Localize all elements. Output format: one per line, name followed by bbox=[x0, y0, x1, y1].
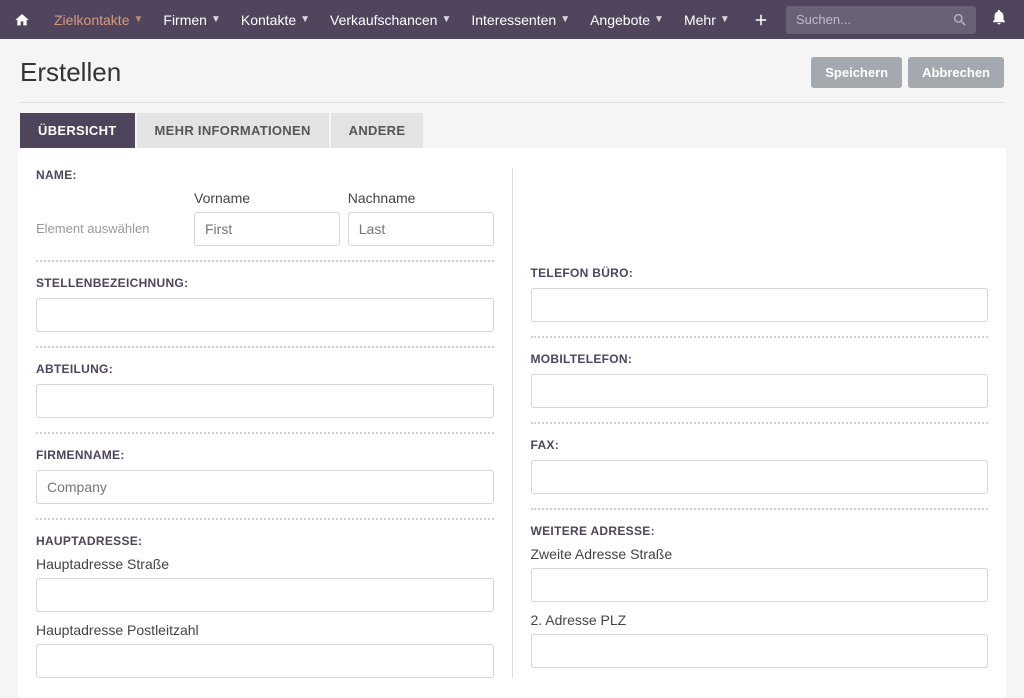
notifications-button[interactable] bbox=[986, 8, 1012, 31]
alt-address-label: WEITERE ADRESSE: bbox=[531, 524, 989, 538]
alt-zip-input[interactable] bbox=[531, 634, 989, 668]
dotted-divider bbox=[36, 346, 494, 348]
lastname-input[interactable] bbox=[348, 212, 494, 246]
office-phone-label: TELEFON BÜRO: bbox=[531, 266, 989, 280]
lastname-label: Nachname bbox=[348, 190, 494, 206]
dotted-divider bbox=[36, 260, 494, 262]
plus-icon bbox=[752, 11, 770, 29]
mobile-input[interactable] bbox=[531, 374, 989, 408]
home-button[interactable] bbox=[0, 0, 44, 39]
primary-zip-label: Hauptadresse Postleitzahl bbox=[36, 622, 494, 638]
dotted-divider bbox=[531, 422, 989, 424]
nav-zielkontakte[interactable]: Zielkontakte ▼ bbox=[44, 0, 153, 39]
search-input[interactable] bbox=[786, 6, 976, 34]
right-col-offset bbox=[531, 168, 989, 266]
cancel-button[interactable]: Abbrechen bbox=[908, 57, 1004, 88]
dotted-divider bbox=[531, 508, 989, 510]
jobtitle-input[interactable] bbox=[36, 298, 494, 332]
tab-other[interactable]: ANDERE bbox=[331, 113, 424, 148]
primary-street-label: Hauptadresse Straße bbox=[36, 556, 494, 572]
chevron-down-icon: ▼ bbox=[654, 14, 664, 25]
chevron-down-icon: ▼ bbox=[300, 14, 310, 25]
tab-more-info[interactable]: MEHR INFORMATIONEN bbox=[137, 113, 329, 148]
chevron-down-icon: ▼ bbox=[560, 14, 570, 25]
company-label: FIRMENNAME: bbox=[36, 448, 494, 462]
primary-street-input[interactable] bbox=[36, 578, 494, 612]
save-button[interactable]: Speichern bbox=[811, 57, 902, 88]
page-header: Erstellen Speichern Abbrechen bbox=[0, 39, 1024, 102]
chevron-down-icon: ▼ bbox=[441, 14, 451, 25]
nav-label: Verkaufschancen bbox=[330, 12, 437, 28]
search-container bbox=[786, 6, 976, 34]
company-input[interactable] bbox=[36, 470, 494, 504]
chevron-down-icon: ▼ bbox=[211, 14, 221, 25]
tab-bar: ÜBERSICHT MEHR INFORMATIONEN ANDERE bbox=[0, 113, 1024, 148]
firstname-label: Vorname bbox=[194, 190, 340, 206]
blank-sublabel bbox=[36, 190, 186, 206]
add-button[interactable] bbox=[746, 5, 776, 35]
tab-overview[interactable]: ÜBERSICHT bbox=[20, 113, 135, 148]
nav-label: Firmen bbox=[163, 12, 207, 28]
dotted-divider bbox=[36, 518, 494, 520]
chevron-down-icon: ▼ bbox=[720, 14, 730, 25]
nav-label: Interessenten bbox=[471, 12, 556, 28]
firstname-col: Vorname bbox=[194, 190, 340, 246]
nav-kontakte[interactable]: Kontakte ▼ bbox=[231, 0, 320, 39]
form-panel: NAME: Element auswählen Vorname Nachname… bbox=[18, 148, 1006, 698]
jobtitle-label: STELLENBEZEICHNUNG: bbox=[36, 276, 494, 290]
dotted-divider bbox=[36, 432, 494, 434]
name-row: Element auswählen Vorname Nachname bbox=[36, 190, 494, 246]
page-title: Erstellen bbox=[20, 57, 121, 88]
alt-zip-label: 2. Adresse PLZ bbox=[531, 612, 989, 628]
department-label: ABTEILUNG: bbox=[36, 362, 494, 376]
salutation-select[interactable]: Element auswählen bbox=[36, 212, 186, 236]
office-phone-input[interactable] bbox=[531, 288, 989, 322]
nav-label: Angebote bbox=[590, 12, 650, 28]
lastname-col: Nachname bbox=[348, 190, 494, 246]
nav-verkaufschancen[interactable]: Verkaufschancen ▼ bbox=[320, 0, 461, 39]
search-icon bbox=[952, 12, 968, 33]
nav-label: Mehr bbox=[684, 12, 716, 28]
bell-icon bbox=[990, 8, 1008, 26]
department-input[interactable] bbox=[36, 384, 494, 418]
top-navbar: Zielkontakte ▼ Firmen ▼ Kontakte ▼ Verka… bbox=[0, 0, 1024, 39]
dotted-divider bbox=[531, 336, 989, 338]
nav-label: Kontakte bbox=[241, 12, 296, 28]
mobile-label: MOBILTELEFON: bbox=[531, 352, 989, 366]
fax-input[interactable] bbox=[531, 460, 989, 494]
nav-angebote[interactable]: Angebote ▼ bbox=[580, 0, 674, 39]
home-icon bbox=[14, 12, 30, 28]
form-col-right: TELEFON BÜRO: MOBILTELEFON: FAX: WEITERE… bbox=[512, 168, 1007, 678]
header-divider bbox=[20, 102, 1004, 103]
fax-label: FAX: bbox=[531, 438, 989, 452]
nav-label: Zielkontakte bbox=[54, 12, 129, 28]
primary-address-label: HAUPTADRESSE: bbox=[36, 534, 494, 548]
salutation-col: Element auswählen bbox=[36, 190, 186, 246]
alt-street-label: Zweite Adresse Straße bbox=[531, 546, 989, 562]
nav-firmen[interactable]: Firmen ▼ bbox=[153, 0, 230, 39]
form-col-left: NAME: Element auswählen Vorname Nachname… bbox=[18, 168, 512, 678]
primary-zip-input[interactable] bbox=[36, 644, 494, 678]
nav-mehr[interactable]: Mehr ▼ bbox=[674, 0, 740, 39]
chevron-down-icon: ▼ bbox=[133, 14, 143, 25]
alt-street-input[interactable] bbox=[531, 568, 989, 602]
firstname-input[interactable] bbox=[194, 212, 340, 246]
nav-interessenten[interactable]: Interessenten ▼ bbox=[461, 0, 580, 39]
name-label: NAME: bbox=[36, 168, 494, 182]
